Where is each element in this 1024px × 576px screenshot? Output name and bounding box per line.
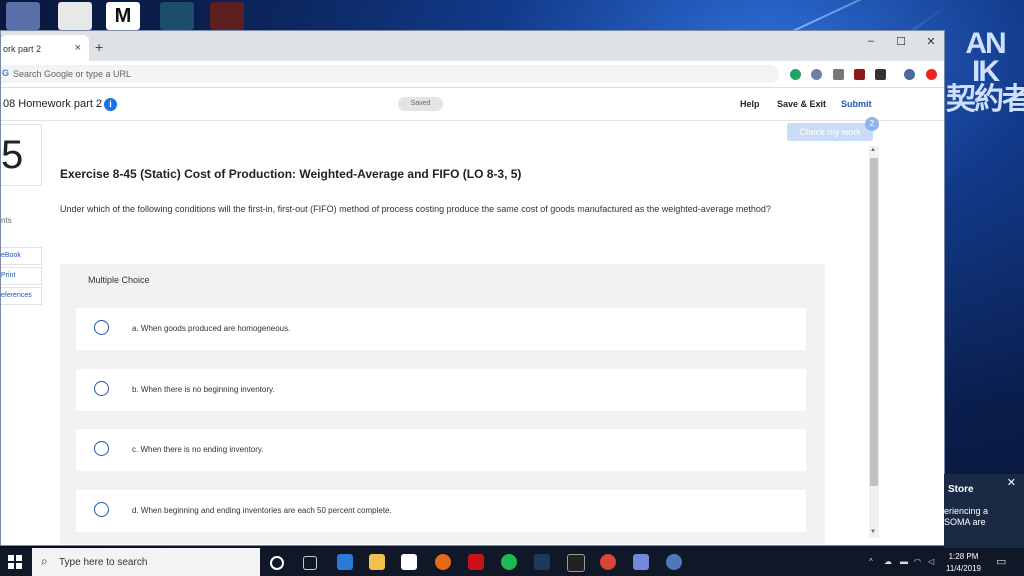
- edge-icon[interactable]: [337, 554, 353, 570]
- page-scrollbar[interactable]: ▲ ▼: [869, 146, 879, 538]
- scrollbar-thumb[interactable]: [870, 158, 878, 486]
- task-view-icon[interactable]: [303, 556, 317, 570]
- wifi-icon[interactable]: ◠: [914, 557, 921, 566]
- choice-option[interactable]: b. When there is no beginning inventory.: [76, 369, 806, 411]
- discord-icon[interactable]: [633, 554, 649, 570]
- multiple-choice-panel: Multiple Choice a. When goods produced a…: [60, 264, 825, 544]
- radio-button[interactable]: [94, 502, 109, 517]
- clock-date: 11/4/2019: [946, 564, 981, 573]
- maximize-button[interactable]: ☐: [886, 35, 916, 48]
- tray-chevron-icon[interactable]: ^: [869, 557, 873, 566]
- question-title: Exercise 8-45 (Static) Cost of Productio…: [60, 167, 522, 181]
- scroll-up-icon[interactable]: ▲: [870, 147, 876, 153]
- check-count-badge: 2: [865, 117, 879, 131]
- tab-title: ork part 2: [3, 44, 42, 54]
- references-link[interactable]: eferences: [1, 287, 42, 305]
- radio-button[interactable]: [94, 381, 109, 396]
- desktop-shortcut-icon[interactable]: [210, 2, 244, 30]
- volume-icon[interactable]: ◁: [928, 557, 934, 566]
- close-window-button[interactable]: ✕: [916, 35, 944, 48]
- save-exit-link[interactable]: Save & Exit: [777, 99, 826, 109]
- question-number: 5: [1, 124, 42, 186]
- submit-link[interactable]: Submit: [841, 99, 872, 109]
- battery-icon: ▬: [900, 557, 908, 566]
- close-icon[interactable]: ✕: [1007, 476, 1016, 489]
- choice-option[interactable]: c. When there is no ending inventory.: [76, 429, 806, 471]
- taskbar-search-input[interactable]: Type here to search: [59, 557, 147, 568]
- store-icon[interactable]: [401, 554, 417, 570]
- assignment-header: 08 Homework part 2 i Saved Help Save & E…: [1, 88, 944, 121]
- choice-label: b. When there is no beginning inventory.: [132, 385, 275, 394]
- scroll-down-icon[interactable]: ▼: [870, 529, 876, 535]
- notification-line: SOMA are: [944, 517, 986, 527]
- notification-title: Store: [948, 484, 974, 495]
- browser-tab[interactable]: ork part 2 ×: [1, 35, 89, 61]
- desktop-shortcut-icon[interactable]: [160, 2, 194, 30]
- saved-status-badge: Saved: [398, 97, 443, 111]
- google-icon: G: [2, 68, 10, 78]
- store-notification[interactable]: ✕ Store eriencing a SOMA are: [944, 474, 1024, 548]
- netflix-icon[interactable]: [468, 554, 484, 570]
- profile-avatar[interactable]: [904, 69, 915, 80]
- spotify-icon[interactable]: [501, 554, 517, 570]
- chrome-icon[interactable]: [600, 554, 616, 570]
- extension-icon[interactable]: [833, 69, 844, 80]
- radio-button[interactable]: [94, 441, 109, 456]
- tab-bar: ork part 2 × + – ☐ ✕: [1, 31, 944, 61]
- cortana-icon[interactable]: [270, 556, 284, 570]
- extension-icon[interactable]: [875, 69, 886, 80]
- epic-games-icon[interactable]: [567, 554, 585, 572]
- info-icon[interactable]: i: [104, 98, 117, 111]
- steam-icon[interactable]: [534, 554, 550, 570]
- address-bar-row: G Search Google or type a URL: [1, 61, 944, 88]
- multiple-choice-header: Multiple Choice: [88, 275, 150, 285]
- desktop-shortcut-icon[interactable]: M: [106, 2, 140, 30]
- system-clock[interactable]: 1:28 PM 11/4/2019: [946, 551, 981, 575]
- help-link[interactable]: Help: [740, 99, 760, 109]
- print-link[interactable]: Print: [1, 267, 42, 285]
- desktop-shortcut-icon[interactable]: [58, 2, 92, 30]
- address-input[interactable]: Search Google or type a URL: [13, 69, 131, 79]
- choice-label: a. When goods produced are homogeneous.: [132, 324, 291, 333]
- search-icon: ⌕: [41, 554, 48, 568]
- new-tab-button[interactable]: +: [95, 39, 103, 55]
- ebook-link[interactable]: eBook: [1, 247, 42, 265]
- taskbar-search-box[interactable]: ⌕ Type here to search: [32, 548, 260, 576]
- windows-start-icon[interactable]: [8, 555, 22, 569]
- radio-button[interactable]: [94, 320, 109, 335]
- address-bar[interactable]: G Search Google or type a URL: [1, 65, 779, 83]
- action-center-icon[interactable]: ▭: [996, 555, 1006, 568]
- taskbar: ⌕ Type here to search ^ ☁ ▬ ◠ ◁ 1:28 PM …: [0, 548, 1024, 576]
- choice-option[interactable]: d. When beginning and ending inventories…: [76, 490, 806, 532]
- desktop-shortcut-icon[interactable]: [6, 2, 40, 30]
- tab-close-icon[interactable]: ×: [75, 42, 81, 54]
- minimize-button[interactable]: –: [856, 35, 886, 47]
- firefox-icon[interactable]: [435, 554, 451, 570]
- assignment-title: 08 Homework part 2: [3, 98, 103, 110]
- notification-line: eriencing a: [944, 506, 989, 516]
- choice-label: d. When beginning and ending inventories…: [132, 506, 392, 515]
- app-icon[interactable]: [666, 554, 682, 570]
- check-my-work-button[interactable]: Check my work: [787, 123, 873, 141]
- extension-icon[interactable]: [854, 69, 865, 80]
- file-explorer-icon[interactable]: [369, 554, 385, 570]
- choice-option[interactable]: a. When goods produced are homogeneous.: [76, 308, 806, 350]
- wallpaper-art-text: AN IK 契約者: [946, 27, 1024, 116]
- notification-body: eriencing a SOMA are: [944, 506, 988, 528]
- extension-icon[interactable]: [811, 69, 822, 80]
- clock-time: 1:28 PM: [948, 552, 979, 561]
- onedrive-icon[interactable]: ☁: [884, 557, 892, 566]
- question-text: Under which of the following conditions …: [60, 204, 771, 214]
- choice-label: c. When there is no ending inventory.: [132, 445, 264, 454]
- grammarly-extension-icon[interactable]: [790, 69, 801, 80]
- browser-window: ork part 2 × + – ☐ ✕ G Search Google or …: [0, 30, 945, 546]
- points-label: nts: [1, 216, 12, 225]
- update-icon[interactable]: [926, 69, 937, 80]
